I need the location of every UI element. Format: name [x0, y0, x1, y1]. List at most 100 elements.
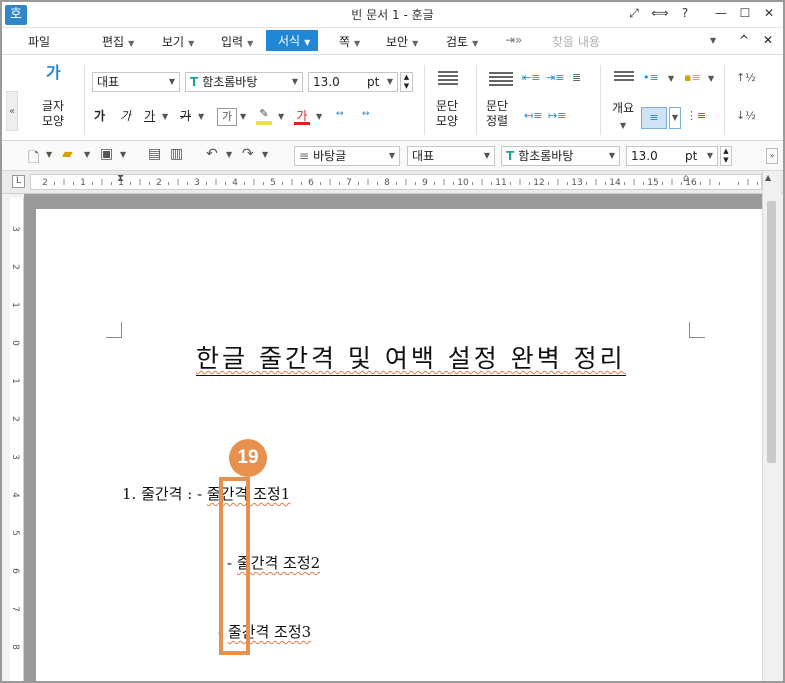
para-style-select[interactable]: ≡ 바탕글 ▼: [294, 146, 400, 166]
vruler-number: 2: [9, 264, 20, 270]
chevron-down-icon[interactable]: ▼: [708, 74, 714, 83]
char-border-icon[interactable]: 가: [217, 108, 237, 126]
chevron-down-icon: ▼: [168, 77, 175, 86]
italic-button[interactable]: 가: [120, 109, 131, 124]
maximize-button[interactable]: ☐: [735, 6, 755, 20]
undo-icon[interactable]: ↶: [206, 146, 218, 162]
fullscreen-icon[interactable]: ⤢: [624, 6, 644, 21]
outline-level-icon[interactable]: ≡: [641, 107, 667, 129]
ruler-scale[interactable]: 2 1 1 2 3 4 5 6 7 8 9 10 11 12 13 14 15 16 ⧗ ⌂: [30, 173, 762, 190]
vertical-ruler[interactable]: 3 2 1 0 1 2 3 4 5 6 7 8: [10, 198, 24, 681]
help-icon[interactable]: ?: [675, 6, 695, 20]
menu-page[interactable]: 쪽 ▼: [339, 33, 360, 50]
scroll-thumb[interactable]: [767, 201, 776, 463]
save-icon[interactable]: ▣: [100, 146, 113, 162]
redo-icon[interactable]: ↷: [242, 146, 254, 162]
char-spacing-narrow-icon[interactable]: ↔: [336, 109, 344, 119]
char-spacing-wide-icon[interactable]: ↔: [362, 109, 370, 119]
chevron-down-icon[interactable]: ▼: [84, 150, 90, 159]
menu-input[interactable]: 입력 ▼: [221, 33, 253, 50]
chevron-down-icon[interactable]: ▼: [620, 121, 626, 130]
align-justify-icon[interactable]: [489, 72, 513, 87]
new-document-icon[interactable]: 🗋: [28, 147, 39, 171]
outline-demote-icon[interactable]: ⋮≡: [686, 109, 706, 122]
tab-type-icon[interactable]: L: [12, 175, 25, 188]
chevron-down-icon: ▼: [608, 151, 615, 160]
chevron-down-icon[interactable]: ▼: [668, 74, 674, 83]
lang-style-select[interactable]: 대표 ▼: [407, 146, 495, 166]
menu-label: 보기: [162, 35, 185, 49]
picture-bullet-icon[interactable]: ▪≡: [684, 71, 701, 84]
line-spacing-icon[interactable]: ≣: [572, 71, 581, 84]
print-icon[interactable]: ▤: [148, 146, 161, 162]
chevron-down-icon[interactable]: ▼: [240, 112, 246, 121]
ribbon-collapse-icon[interactable]: ^: [739, 33, 749, 47]
menu-view[interactable]: 보기 ▼: [162, 33, 194, 50]
chevron-down-icon[interactable]: ▼: [162, 112, 168, 121]
right-indent-marker[interactable]: ⌂: [683, 173, 689, 184]
ruler-number: 7: [346, 178, 352, 188]
chevron-down-icon[interactable]: ▼: [316, 112, 322, 121]
highlight-icon[interactable]: ✎: [256, 107, 272, 125]
chevron-down-icon[interactable]: ▼: [262, 150, 268, 159]
left-indent-marker[interactable]: ⧗: [117, 173, 124, 184]
menu-review[interactable]: 검토 ▼: [446, 33, 478, 50]
chevron-down-icon[interactable]: ▼: [278, 112, 284, 121]
search-input[interactable]: 찾을 내용: [552, 33, 722, 50]
char-shape-icon[interactable]: 가: [46, 65, 61, 81]
ribbon-expand-icon[interactable]: «: [6, 91, 18, 131]
chevron-down-icon[interactable]: ▼: [46, 150, 52, 159]
toolbar-font-select[interactable]: T 함초롬바탕 ▼: [501, 146, 620, 166]
menu-label: 파일: [28, 35, 51, 49]
menu-format[interactable]: 서식 ▼: [266, 30, 319, 51]
menu-file[interactable]: 파일: [28, 33, 50, 50]
doc-close-icon[interactable]: ✕: [763, 33, 773, 47]
indent-left-icon[interactable]: ⇤≡: [522, 71, 540, 84]
toolbar-font-value: 함초롬바탕: [518, 149, 574, 163]
chevron-down-icon[interactable]: ▼: [198, 112, 204, 121]
chevron-down-icon[interactable]: ▼: [669, 107, 681, 129]
toolbar-size-stepper[interactable]: ▲ ▼: [720, 146, 732, 166]
style-select[interactable]: 대표 ▼: [92, 72, 180, 92]
menu-security[interactable]: 보안 ▼: [386, 33, 418, 50]
vruler-number: 0: [9, 340, 20, 346]
font-color-icon[interactable]: 가: [294, 107, 310, 125]
close-button[interactable]: ✕: [759, 6, 779, 20]
more-menus-icon[interactable]: ⇥»: [505, 33, 522, 47]
chevron-down-icon[interactable]: ▼: [120, 150, 126, 159]
search-dropdown-icon[interactable]: ▼: [710, 36, 716, 45]
para-shape-icon[interactable]: [438, 71, 458, 86]
underline-button[interactable]: 가: [144, 109, 155, 124]
document-page[interactable]: 한글 줄간격 및 여백 설정 완벽 정리 1. 줄간격 : - 줄간격 조정1 …: [36, 209, 762, 681]
divider: [424, 65, 425, 135]
bullet-list-icon[interactable]: •≡: [643, 71, 659, 84]
font-select[interactable]: T 함초롬바탕 ▼: [185, 72, 303, 92]
size-stepper[interactable]: ▲ ▼: [400, 72, 413, 92]
indent-icon[interactable]: ↦≡: [548, 109, 566, 122]
char-shape-button[interactable]: 글자 모양: [42, 99, 64, 129]
ruler-number: 10: [457, 178, 469, 188]
numbering-icon[interactable]: [614, 71, 634, 83]
para-shape-button[interactable]: 문단 모양: [436, 99, 458, 129]
outdent-icon[interactable]: ↤≡: [524, 109, 542, 122]
split-view-icon[interactable]: ⟺: [650, 6, 670, 20]
ruler-number: 5: [270, 178, 276, 188]
toolbar-overflow-icon[interactable]: »: [766, 148, 778, 164]
preview-icon[interactable]: ▥: [170, 146, 183, 162]
toolbar-size-select[interactable]: 13.0 pt ▼: [626, 146, 718, 166]
size-select[interactable]: 13.0 pt ▼: [308, 72, 398, 92]
minimize-button[interactable]: —: [711, 6, 731, 20]
outline-button[interactable]: 개요: [612, 101, 634, 116]
sort-asc-icon[interactable]: ↑½: [736, 71, 756, 84]
ruler-number: 14: [609, 178, 621, 188]
sort-desc-icon[interactable]: ↓½: [736, 109, 756, 122]
chevron-down-icon[interactable]: ▼: [226, 150, 232, 159]
bold-button[interactable]: 가: [94, 109, 105, 124]
scroll-up-icon[interactable]: ▲: [765, 173, 771, 182]
indent-right-icon[interactable]: ⇥≡: [546, 71, 564, 84]
strikethrough-button[interactable]: 가: [180, 109, 191, 124]
open-folder-icon[interactable]: ▰: [62, 146, 73, 162]
menu-edit[interactable]: 편집 ▼: [102, 33, 134, 50]
para-align-button[interactable]: 문단 정렬: [486, 99, 508, 129]
vertical-scrollbar[interactable]: ▲: [762, 171, 781, 681]
